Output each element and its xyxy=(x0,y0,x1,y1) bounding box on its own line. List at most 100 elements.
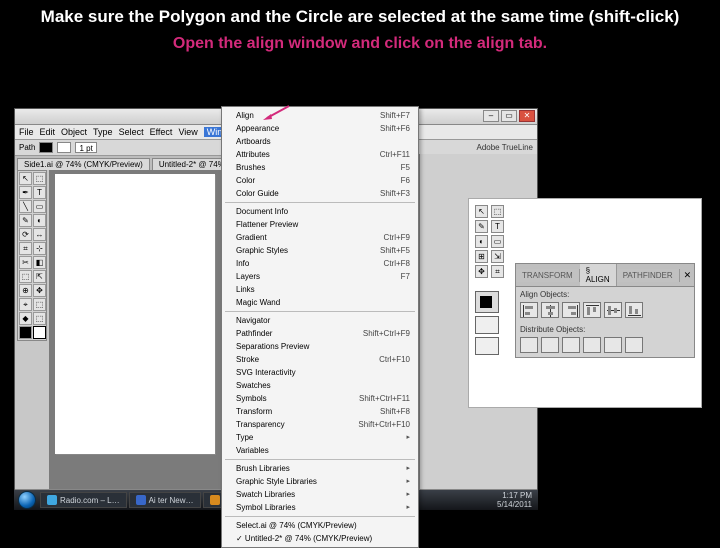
menu-item-transform[interactable]: TransformShift+F8 xyxy=(222,405,418,418)
align-left-icon[interactable] xyxy=(520,302,538,318)
start-orb[interactable] xyxy=(18,491,36,509)
menu-item-document-info[interactable]: Document Info xyxy=(222,205,418,218)
mini-tool[interactable]: ◐ xyxy=(475,235,488,248)
menu-item-select-ai-74-cmyk-preview[interactable]: Select.ai @ 74% (CMYK/Preview) xyxy=(222,519,418,532)
menu-select[interactable]: Select xyxy=(119,127,144,137)
tool-button[interactable]: ⌖ xyxy=(19,298,32,311)
tool-button[interactable]: ⬚ xyxy=(33,172,46,185)
menu-item-graphic-styles[interactable]: Graphic StylesShift+F5 xyxy=(222,244,418,257)
tool-button[interactable]: ↖ xyxy=(19,172,32,185)
taskbar-clock[interactable]: 1:17 PM 5/14/2011 xyxy=(491,491,538,509)
mini-tool[interactable]: ✥ xyxy=(475,265,488,278)
menu-edit[interactable]: Edit xyxy=(40,127,56,137)
align-hcenter-icon[interactable] xyxy=(541,302,559,318)
tool-button[interactable]: ▭ xyxy=(33,200,46,213)
menu-item-navigator[interactable]: Navigator xyxy=(222,314,418,327)
menu-item-color[interactable]: ColorF6 xyxy=(222,174,418,187)
minimize-button[interactable]: – xyxy=(483,110,499,122)
menu-item-brush-libraries[interactable]: Brush Libraries xyxy=(222,462,418,475)
align-top-icon[interactable] xyxy=(583,302,601,318)
align-bottom-icon[interactable] xyxy=(625,302,643,318)
tab-align[interactable]: § ALIGN xyxy=(580,264,617,286)
tab-pathfinder[interactable]: PATHFINDER xyxy=(617,269,680,282)
tool-button[interactable]: ⇱ xyxy=(33,270,46,283)
tab-transform[interactable]: TRANSFORM xyxy=(516,269,580,282)
mini-tool[interactable]: ▭ xyxy=(491,235,504,248)
menu-item-flattener-preview[interactable]: Flattener Preview xyxy=(222,218,418,231)
tool-button[interactable]: ⌗ xyxy=(19,242,32,255)
tool-button[interactable]: ◧ xyxy=(33,256,46,269)
tool-button[interactable]: ╲ xyxy=(19,200,32,213)
menu-item-pathfinder[interactable]: PathfinderShift+Ctrl+F9 xyxy=(222,327,418,340)
menu-item-svg-interactivity[interactable]: SVG Interactivity xyxy=(222,366,418,379)
menu-item-artboards[interactable]: Artboards xyxy=(222,135,418,148)
document-tab[interactable]: Side1.ai @ 74% (CMYK/Preview) xyxy=(17,158,150,170)
taskbar-item[interactable]: Radio.com – L… xyxy=(40,492,127,508)
menu-item-appearance[interactable]: AppearanceShift+F6 xyxy=(222,122,418,135)
menu-item-links[interactable]: Links xyxy=(222,283,418,296)
dist-hcenter-icon[interactable] xyxy=(604,337,622,353)
mini-tool[interactable]: T xyxy=(491,220,504,233)
swatch-icon[interactable] xyxy=(475,316,499,334)
menu-effect[interactable]: Effect xyxy=(150,127,173,137)
tool-button[interactable]: T xyxy=(33,186,46,199)
menu-item-align[interactable]: AlignShift+F7 xyxy=(222,109,418,122)
tool-button[interactable]: ⊕ xyxy=(19,284,32,297)
menu-item-separations-preview[interactable]: Separations Preview xyxy=(222,340,418,353)
tool-button[interactable]: ✥ xyxy=(33,284,46,297)
fill-swatch[interactable] xyxy=(19,326,32,339)
swatch-icon[interactable] xyxy=(475,337,499,355)
menu-type[interactable]: Type xyxy=(93,127,113,137)
mini-tool[interactable]: ⌗ xyxy=(491,265,504,278)
mini-tool[interactable]: ↖ xyxy=(475,205,488,218)
mini-tool[interactable]: ⊞ xyxy=(475,250,488,263)
dist-left-icon[interactable] xyxy=(583,337,601,353)
mini-tool[interactable]: ✎ xyxy=(475,220,488,233)
menu-item-layers[interactable]: LayersF7 xyxy=(222,270,418,283)
menu-view[interactable]: View xyxy=(178,127,197,137)
menu-item-info[interactable]: InfoCtrl+F8 xyxy=(222,257,418,270)
document-tab[interactable]: Untitled-2* @ 74% xyxy=(152,158,232,170)
menu-file[interactable]: File xyxy=(19,127,34,137)
menu-item-variables[interactable]: Variables xyxy=(222,444,418,457)
tool-button[interactable]: ◐ xyxy=(33,214,46,227)
menu-item-color-guide[interactable]: Color GuideShift+F3 xyxy=(222,187,418,200)
dist-right-icon[interactable] xyxy=(625,337,643,353)
mini-tool[interactable]: ⇲ xyxy=(491,250,504,263)
stroke-field[interactable]: 1 pt xyxy=(75,142,96,153)
tool-button[interactable]: ◆ xyxy=(19,312,32,325)
panel-close-icon[interactable]: ✕ xyxy=(680,270,696,281)
tool-button[interactable]: ⬚ xyxy=(19,270,32,283)
menu-item-untitled-2-74-cmyk-preview[interactable]: ✓ Untitled-2* @ 74% (CMYK/Preview) xyxy=(222,532,418,545)
menu-item-type[interactable]: Type xyxy=(222,431,418,444)
menu-item-attributes[interactable]: AttributesCtrl+F11 xyxy=(222,148,418,161)
menu-item-stroke[interactable]: StrokeCtrl+F10 xyxy=(222,353,418,366)
menu-item-magic-wand[interactable]: Magic Wand xyxy=(222,296,418,309)
tool-button[interactable]: ✂ xyxy=(19,256,32,269)
menu-item-graphic-style-libraries[interactable]: Graphic Style Libraries xyxy=(222,475,418,488)
dist-vcenter-icon[interactable] xyxy=(541,337,559,353)
dist-top-icon[interactable] xyxy=(520,337,538,353)
menu-item-swatches[interactable]: Swatches xyxy=(222,379,418,392)
taskbar-item[interactable]: Ai ter New… xyxy=(129,492,201,508)
align-right-icon[interactable] xyxy=(562,302,580,318)
stroke-swatch[interactable] xyxy=(33,326,46,339)
tool-button[interactable]: ✎ xyxy=(19,214,32,227)
tool-button[interactable]: ⬚ xyxy=(33,312,46,325)
fill-stroke-swatch[interactable] xyxy=(475,291,499,313)
maximize-button[interactable]: ▭ xyxy=(501,110,517,122)
menu-item-brushes[interactable]: BrushesF5 xyxy=(222,161,418,174)
tool-button[interactable]: ↔ xyxy=(33,228,46,241)
tool-button[interactable]: ⊹ xyxy=(33,242,46,255)
tool-button[interactable]: ⟳ xyxy=(19,228,32,241)
menu-item-symbol-libraries[interactable]: Symbol Libraries xyxy=(222,501,418,514)
tool-button[interactable]: ✒ xyxy=(19,186,32,199)
align-vcenter-icon[interactable] xyxy=(604,302,622,318)
tool-button[interactable]: ⬚ xyxy=(33,298,46,311)
menu-item-symbols[interactable]: SymbolsShift+Ctrl+F11 xyxy=(222,392,418,405)
menu-item-gradient[interactable]: GradientCtrl+F9 xyxy=(222,231,418,244)
mini-tool[interactable]: ⬚ xyxy=(491,205,504,218)
menu-item-swatch-libraries[interactable]: Swatch Libraries xyxy=(222,488,418,501)
dist-bottom-icon[interactable] xyxy=(562,337,580,353)
menu-object[interactable]: Object xyxy=(61,127,87,137)
